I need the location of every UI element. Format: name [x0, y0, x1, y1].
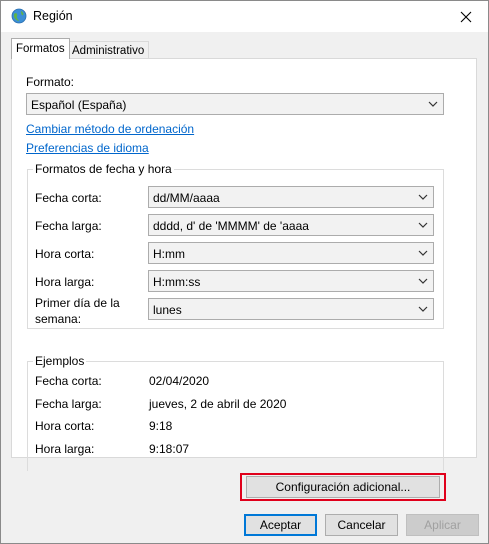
long-time-select[interactable]: H:mm:ss [148, 270, 434, 292]
tab-bar: Formatos Administrativo [1, 32, 488, 59]
short-date-value: dd/MM/aaaa [153, 191, 220, 205]
example-long-time-label: Hora larga: [35, 442, 95, 456]
short-date-select[interactable]: dd/MM/aaaa [148, 186, 434, 208]
window-title: Región [33, 9, 73, 23]
short-time-value: H:mm [153, 247, 185, 261]
first-day-select[interactable]: lunes [148, 298, 434, 320]
sort-method-link[interactable]: Cambiar método de ordenación [26, 122, 194, 136]
chevron-down-icon [428, 101, 438, 107]
cancel-button[interactable]: Cancelar [325, 514, 398, 536]
highlight-box [240, 473, 446, 501]
example-long-date-label: Fecha larga: [35, 397, 102, 411]
example-short-date-label: Fecha corta: [35, 374, 102, 388]
accept-button[interactable]: Aceptar [244, 514, 317, 536]
long-time-value: H:mm:ss [153, 275, 201, 289]
examples-title: Ejemplos [33, 354, 87, 368]
short-time-label: Hora corta: [35, 247, 95, 261]
long-date-label: Fecha larga: [35, 219, 102, 233]
chevron-down-icon [418, 278, 428, 284]
chevron-down-icon [418, 194, 428, 200]
long-date-select[interactable]: dddd, d' de 'MMMM' de 'aaaa [148, 214, 434, 236]
title-bar: Región [1, 1, 488, 32]
format-select[interactable]: Español (España) [26, 93, 444, 115]
first-day-label-line1: Primer día de la [35, 296, 120, 310]
formats-panel: Formato: Español (España) Cambiar método… [11, 58, 477, 471]
first-day-value: lunes [153, 303, 182, 317]
example-short-time-label: Hora corta: [35, 419, 95, 433]
chevron-down-icon [418, 250, 428, 256]
region-dialog: Región Formatos Administrativo Formato: … [0, 0, 489, 544]
example-long-time-value: 9:18:07 [149, 442, 190, 456]
close-button[interactable] [444, 1, 488, 32]
first-day-label-line2: semana: [35, 312, 82, 326]
tab-formatos[interactable]: Formatos [11, 38, 70, 59]
language-preferences-link[interactable]: Preferencias de idioma [26, 141, 149, 155]
close-icon [460, 11, 472, 22]
short-date-label: Fecha corta: [35, 191, 102, 205]
example-long-date-value: jueves, 2 de abril de 2020 [149, 397, 287, 411]
globe-icon [11, 8, 27, 24]
chevron-down-icon [418, 306, 428, 312]
example-short-time-value: 9:18 [149, 419, 173, 433]
format-label: Formato: [26, 75, 75, 89]
long-date-value: dddd, d' de 'MMMM' de 'aaaa [153, 219, 309, 233]
date-time-formats-title: Formatos de fecha y hora [33, 162, 174, 176]
chevron-down-icon [418, 222, 428, 228]
apply-button[interactable]: Aplicar [406, 514, 479, 536]
tab-administrativo[interactable]: Administrativo [67, 41, 150, 59]
long-time-label: Hora larga: [35, 275, 95, 289]
short-time-select[interactable]: H:mm [148, 242, 434, 264]
example-short-date-value: 02/04/2020 [149, 374, 210, 388]
format-value: Español (España) [31, 98, 127, 112]
